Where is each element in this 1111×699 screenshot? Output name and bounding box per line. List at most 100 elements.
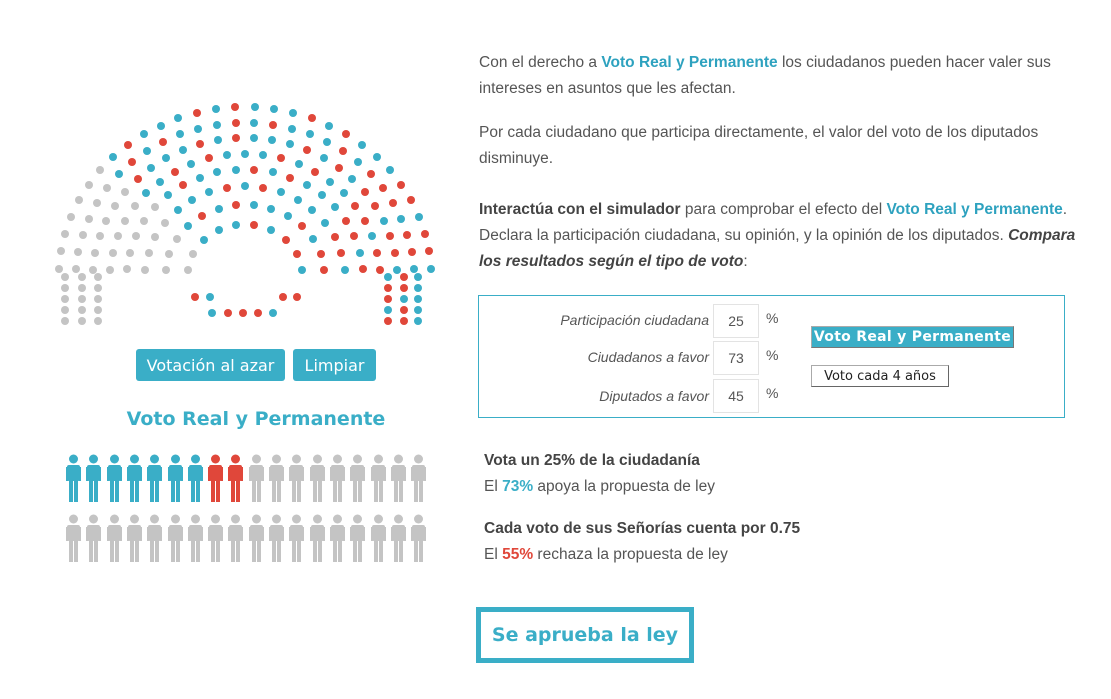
seat[interactable] — [384, 284, 392, 292]
seat[interactable] — [173, 206, 182, 214]
seat[interactable] — [231, 118, 240, 127]
seat[interactable] — [311, 167, 320, 176]
seat[interactable] — [75, 196, 84, 205]
seat[interactable] — [340, 265, 349, 274]
seat[interactable] — [384, 306, 392, 314]
seat[interactable] — [330, 232, 339, 241]
seat[interactable] — [173, 234, 182, 243]
seat[interactable] — [341, 217, 350, 226]
seat[interactable] — [348, 175, 357, 184]
seat[interactable] — [308, 206, 317, 214]
seat[interactable] — [353, 158, 362, 167]
seat[interactable] — [397, 214, 406, 223]
seat[interactable] — [78, 273, 86, 281]
seat[interactable] — [420, 229, 429, 238]
parliament-hemicycle[interactable] — [40, 40, 450, 340]
seat[interactable] — [232, 200, 241, 209]
seat[interactable] — [339, 189, 348, 198]
seat[interactable] — [269, 120, 278, 129]
seat[interactable] — [249, 200, 258, 209]
seat[interactable] — [259, 150, 268, 159]
seat[interactable] — [189, 249, 198, 258]
seat[interactable] — [268, 168, 277, 177]
seat[interactable] — [241, 149, 249, 158]
seat[interactable] — [151, 232, 160, 241]
seat[interactable] — [372, 152, 381, 161]
seat[interactable] — [195, 173, 204, 182]
seat[interactable] — [55, 265, 64, 274]
seat[interactable] — [109, 152, 118, 161]
seat[interactable] — [78, 295, 86, 303]
seat[interactable] — [61, 273, 69, 281]
seat[interactable] — [396, 180, 405, 189]
seat[interactable] — [94, 317, 102, 325]
seat[interactable] — [184, 221, 193, 230]
seat[interactable] — [183, 265, 192, 274]
seat[interactable] — [187, 160, 196, 169]
seat[interactable] — [57, 247, 66, 256]
seat[interactable] — [204, 188, 213, 197]
seat[interactable] — [108, 248, 117, 257]
seat[interactable] — [320, 218, 329, 227]
seat[interactable] — [325, 121, 334, 130]
seat[interactable] — [371, 201, 380, 210]
seat[interactable] — [358, 141, 367, 149]
seat[interactable] — [385, 166, 394, 175]
seat[interactable] — [162, 154, 171, 163]
seat[interactable] — [170, 167, 179, 176]
seat[interactable] — [123, 141, 132, 149]
seat[interactable] — [78, 317, 86, 325]
seat[interactable] — [305, 130, 314, 139]
seat[interactable] — [231, 103, 240, 112]
deputies-favor-input[interactable] — [713, 379, 759, 413]
seat[interactable] — [121, 187, 130, 196]
seat[interactable] — [384, 295, 392, 303]
seat[interactable] — [293, 195, 302, 204]
seat[interactable] — [212, 120, 221, 129]
seat[interactable] — [121, 216, 130, 225]
seat[interactable] — [74, 247, 83, 256]
seat[interactable] — [373, 248, 382, 257]
seat[interactable] — [424, 247, 433, 256]
seat[interactable] — [176, 130, 185, 139]
seat[interactable] — [286, 173, 295, 182]
seat[interactable] — [287, 124, 296, 133]
seat[interactable] — [250, 165, 259, 174]
random-vote-button[interactable]: Votación al azar — [136, 349, 285, 381]
seat[interactable] — [61, 306, 69, 314]
seat[interactable] — [297, 221, 306, 230]
seat[interactable] — [250, 118, 259, 127]
clear-button[interactable]: Limpiar — [293, 349, 376, 381]
seat[interactable] — [250, 134, 259, 143]
seat[interactable] — [143, 147, 152, 156]
seat[interactable] — [360, 187, 369, 196]
seat[interactable] — [178, 146, 187, 155]
seat[interactable] — [400, 295, 408, 303]
seat[interactable] — [213, 168, 222, 177]
seat[interactable] — [161, 218, 170, 227]
seat[interactable] — [334, 163, 343, 172]
seat[interactable] — [330, 203, 339, 212]
seat[interactable] — [400, 317, 408, 325]
seat[interactable] — [208, 309, 216, 317]
seat[interactable] — [213, 136, 222, 145]
seat[interactable] — [161, 265, 170, 274]
seat[interactable] — [61, 284, 69, 292]
seat[interactable] — [199, 236, 208, 245]
seat[interactable] — [204, 154, 213, 163]
seat[interactable] — [326, 177, 335, 186]
seat[interactable] — [106, 265, 115, 274]
seat[interactable] — [179, 181, 188, 190]
seat[interactable] — [292, 249, 301, 258]
seat[interactable] — [400, 273, 408, 281]
seat[interactable] — [400, 284, 408, 292]
seat[interactable] — [375, 265, 384, 274]
seat[interactable] — [222, 183, 231, 192]
seat[interactable] — [277, 154, 286, 163]
seat[interactable] — [379, 216, 388, 225]
seat[interactable] — [426, 265, 435, 274]
seat[interactable] — [406, 196, 415, 205]
seat[interactable] — [279, 293, 287, 301]
seat[interactable] — [414, 317, 422, 325]
seat[interactable] — [298, 265, 307, 274]
